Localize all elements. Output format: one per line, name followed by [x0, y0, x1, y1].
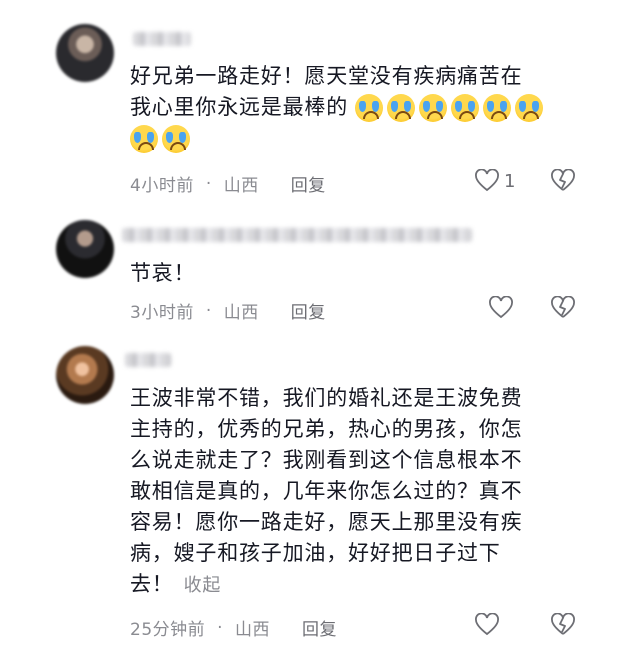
loudly-crying-face-emoji	[483, 94, 512, 122]
reply-button[interactable]: 回复	[302, 615, 337, 640]
separator: ·	[217, 617, 224, 638]
comment-line: 王波非常不错，我们的婚礼还是王波免费	[130, 386, 523, 410]
comment-line: 主持的，优秀的兄弟，热心的男孩，你怎	[130, 417, 523, 441]
like-count: 1	[504, 170, 516, 192]
broken-heart-icon	[551, 295, 575, 318]
loudly-crying-face-emoji	[130, 125, 158, 153]
comment-line: 么说走就走了？我刚看到这个信息根本不	[130, 448, 523, 472]
loudly-crying-face-emoji	[387, 94, 416, 122]
loudly-crying-face-emoji	[355, 94, 384, 122]
heart-outline-icon	[475, 613, 499, 636]
comment-location: 山西	[223, 303, 259, 323]
comment-line: 去！ 收起	[130, 572, 222, 596]
comment-line: 容易！愿你一路走好，愿天上那里没有疾	[130, 510, 523, 534]
comment-line: 病，嫂子和孩子加油，好好把日子过下	[130, 541, 501, 565]
avatar[interactable]	[56, 346, 114, 404]
comment-location: 山西	[235, 620, 271, 640]
like-button[interactable]	[474, 613, 500, 637]
loudly-crying-face-emoji	[515, 94, 544, 122]
comment-line: 好兄弟一路走好！愿天堂没有疾病痛苦在	[130, 64, 523, 88]
separator: ·	[205, 300, 212, 321]
broken-heart-icon	[551, 168, 575, 191]
dislike-button[interactable]	[550, 295, 576, 324]
username-blurred[interactable]	[125, 353, 171, 367]
dislike-button[interactable]	[550, 168, 576, 197]
heart-outline-icon	[489, 296, 513, 319]
username-blurred[interactable]	[133, 32, 191, 46]
avatar[interactable]	[56, 220, 114, 278]
loudly-crying-face-emoji	[419, 94, 448, 122]
comment-line: 敢相信是真的，几年来你怎么过的？真不	[130, 479, 523, 503]
loudly-crying-face-emoji	[451, 94, 480, 122]
comment-meta: 25分钟前 · 山西 回复	[130, 615, 337, 641]
comment-line: 节哀！	[130, 261, 196, 285]
avatar[interactable]	[56, 24, 114, 82]
comment-text: 好兄弟一路走好！愿天堂没有疾病痛苦在 我心里你永远是最棒的	[130, 61, 600, 154]
comment-time: 3小时前	[130, 303, 194, 323]
comment-line	[130, 123, 600, 154]
comment-meta: 4小时前 · 山西 回复	[130, 171, 326, 197]
username-blurred[interactable]	[122, 228, 472, 242]
emoji-row	[130, 125, 190, 153]
like-button[interactable]	[488, 296, 514, 320]
like-button[interactable]: 1	[474, 169, 515, 193]
comment-time: 25分钟前	[130, 620, 206, 640]
collapse-button[interactable]: 收起	[184, 575, 222, 596]
emoji-row	[355, 94, 544, 122]
broken-heart-icon	[551, 612, 575, 635]
reply-button[interactable]: 回复	[291, 298, 326, 323]
comment-text: 节哀！	[130, 258, 600, 289]
comment-meta: 3小时前 · 山西 回复	[130, 298, 326, 324]
separator: ·	[205, 173, 212, 194]
loudly-crying-face-emoji	[162, 125, 190, 153]
comment-text: 王波非常不错，我们的婚礼还是王波免费 主持的，优秀的兄弟，热心的男孩，你怎 么说…	[130, 383, 600, 601]
comment-location: 山西	[223, 176, 259, 196]
heart-outline-icon	[475, 169, 499, 192]
comment-line: 我心里你永远是最棒的	[130, 92, 600, 123]
dislike-button[interactable]	[550, 612, 576, 641]
comment-time: 4小时前	[130, 176, 194, 196]
reply-button[interactable]: 回复	[291, 171, 326, 196]
